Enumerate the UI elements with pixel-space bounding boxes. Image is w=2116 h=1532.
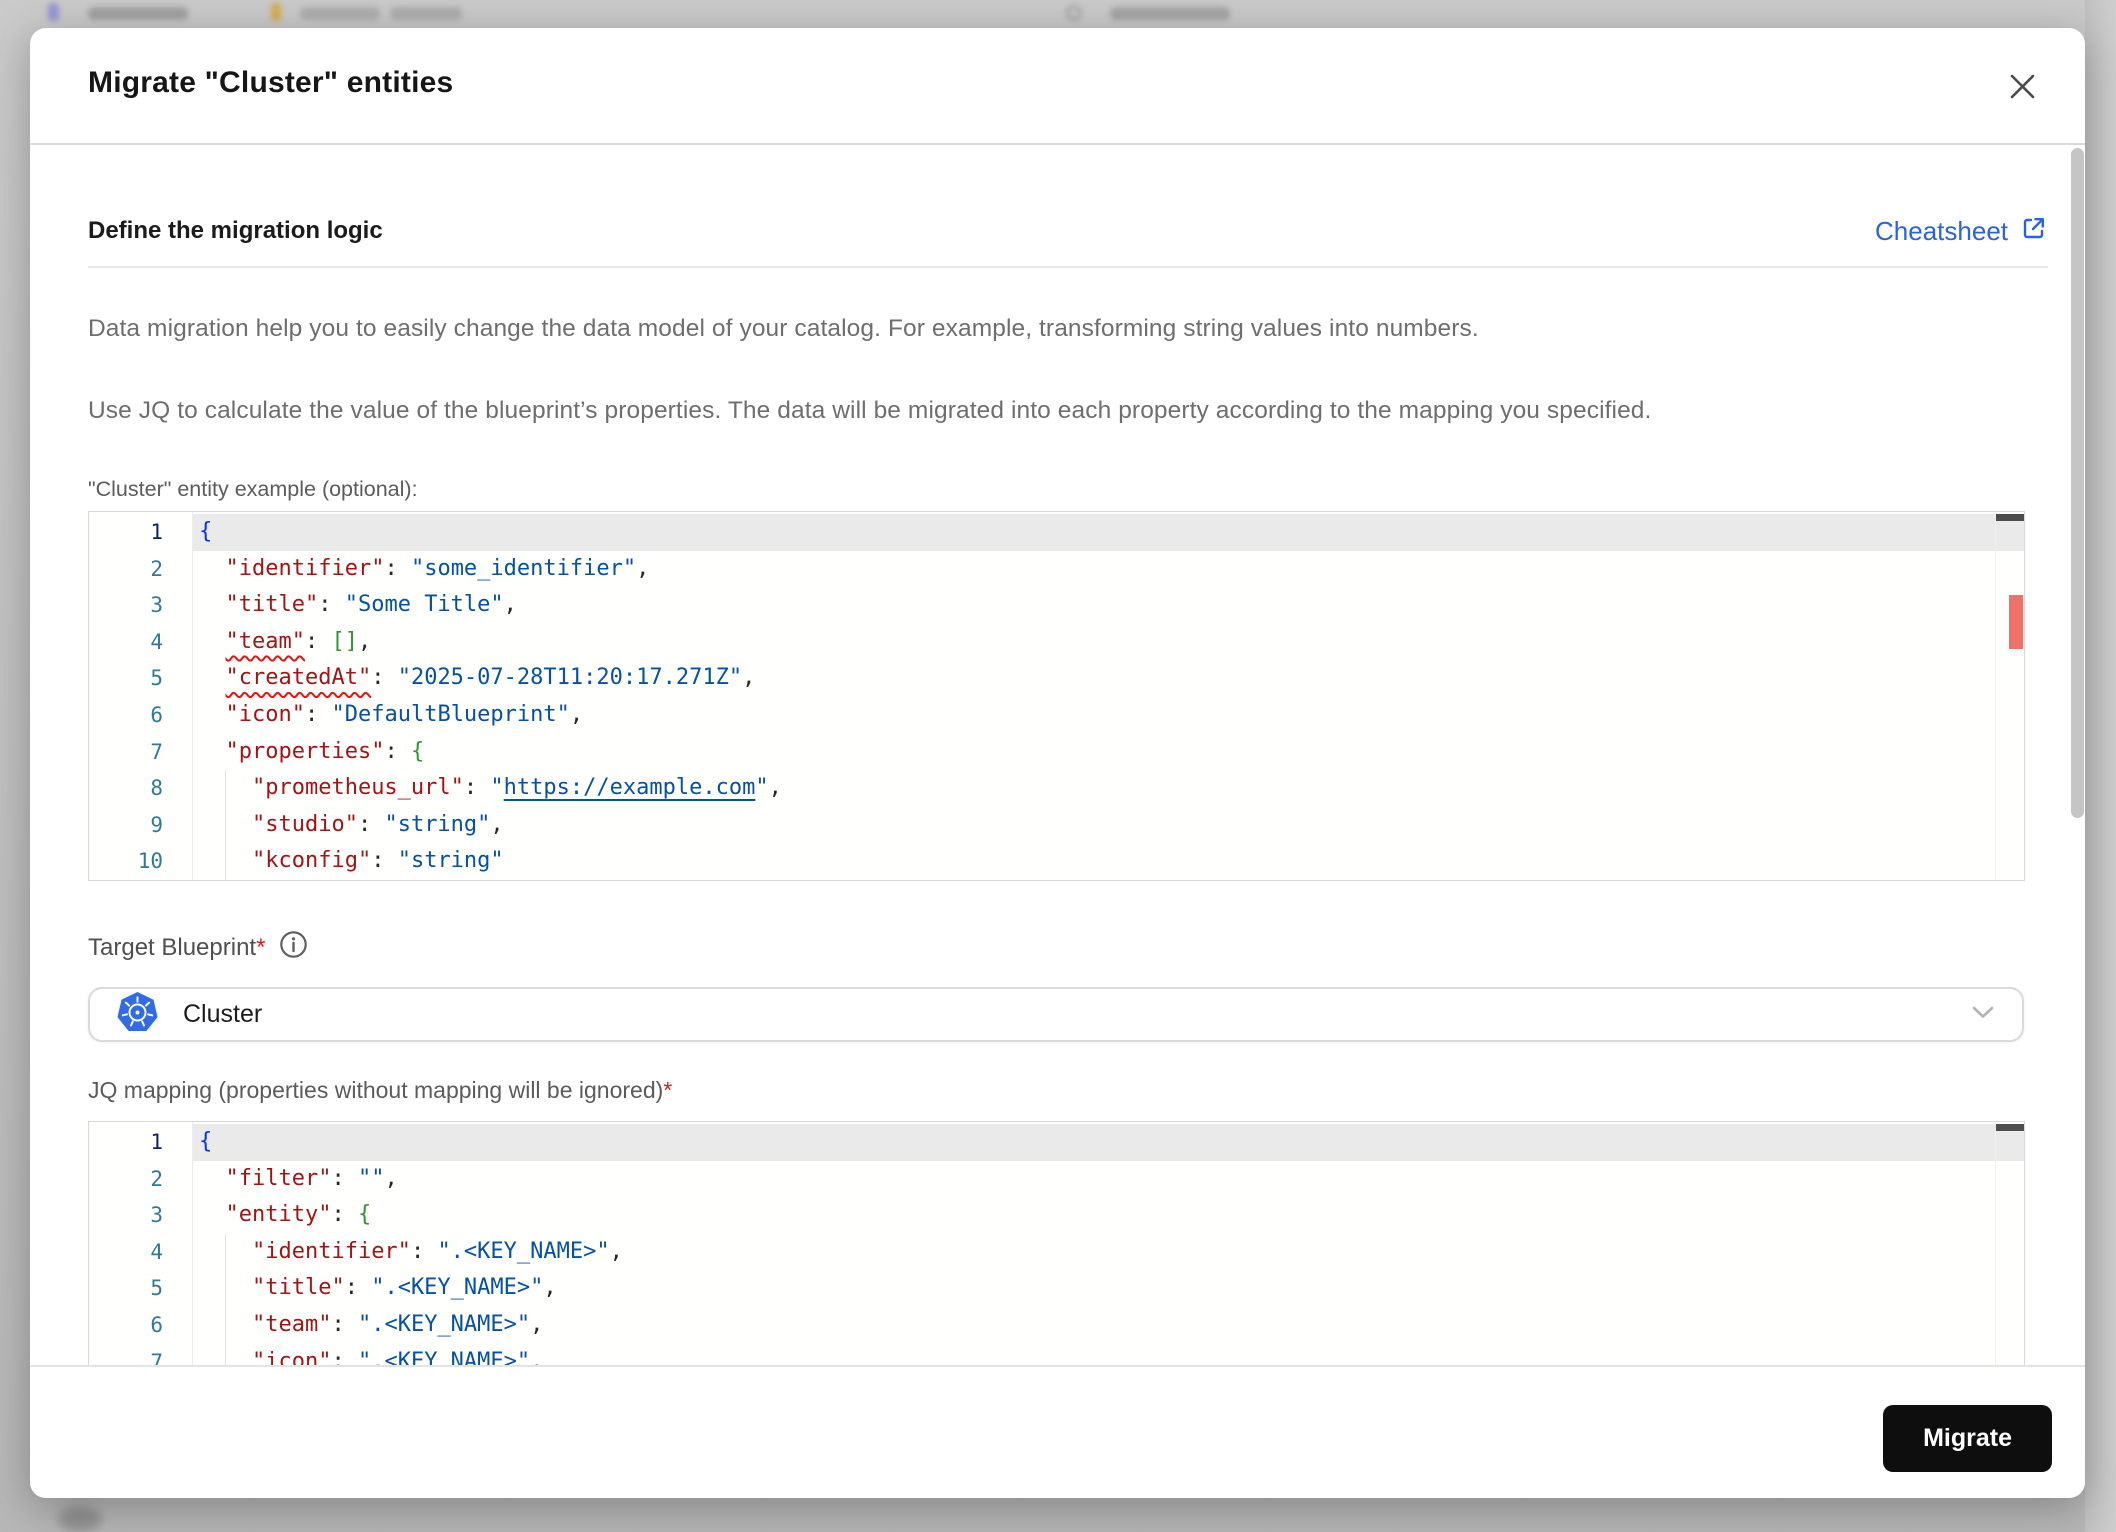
code-text: "createdAt": "2025-07-28T11:20:17.271Z",	[225, 665, 756, 691]
code-line[interactable]: 6 "team": ".<KEY_NAME>",	[89, 1307, 2024, 1344]
code-line[interactable]: 5 "createdAt": "2025-07-28T11:20:17.271Z…	[89, 660, 2024, 697]
background-tab-text	[88, 7, 188, 20]
description-paragraph-1: Data migration help you to easily change…	[88, 315, 1479, 342]
code-line[interactable]: 9 "studio": "string",	[89, 807, 2024, 844]
background-search-text	[1110, 7, 1230, 20]
code-line[interactable]: 3 "entity": {	[89, 1197, 2024, 1234]
editor-scrollbar-thumb[interactable]	[1996, 1124, 2024, 1131]
code-line[interactable]: 4 "team": [],	[89, 624, 2024, 661]
migrate-button[interactable]: Migrate	[1883, 1405, 2052, 1472]
background-search-icon	[1066, 5, 1082, 21]
code-text: "studio": "string",	[251, 811, 504, 837]
line-number: 8	[150, 776, 163, 801]
editor-scrollbar-thumb[interactable]	[1996, 514, 2024, 521]
description-paragraph-2: Use JQ to calculate the value of the blu…	[88, 397, 1652, 424]
entity-example-code-editor[interactable]: 1{2 "identifier": "some_identifier", 3 "t…	[88, 511, 2025, 881]
code-lines: 1{2 "identifier": "some_identifier", 3 "t…	[89, 512, 2024, 880]
line-number: 1	[150, 1130, 163, 1154]
kubernetes-icon	[116, 991, 159, 1039]
code-line[interactable]: 2 "filter": "",	[89, 1161, 2024, 1198]
background-tab-text-3	[390, 7, 462, 20]
line-number: 4	[150, 1239, 163, 1264]
section-header-row: Define the migration logic Cheatsheet	[88, 211, 2048, 251]
code-text: "identifier": "some_identifier",	[225, 555, 650, 581]
chevron-down-icon	[1972, 1006, 1994, 1024]
code-line[interactable]: 8 "prometheus_url": "https://example.com…	[89, 770, 2024, 807]
line-number: 6	[150, 1312, 163, 1337]
line-number: 1	[150, 520, 163, 544]
dialog-body: Define the migration logic Cheatsheet Da…	[30, 145, 2085, 1365]
code-line[interactable]: 7 "properties": {	[89, 734, 2024, 771]
code-text: "prometheus_url": "https://example.com",	[251, 775, 782, 801]
line-number: 9	[150, 812, 163, 837]
info-icon[interactable]	[279, 930, 308, 966]
target-blueprint-value: Cluster	[183, 1000, 263, 1028]
code-line[interactable]: 10 "kconfig": "string"	[89, 843, 2024, 880]
target-blueprint-label: Target Blueprint*	[88, 934, 266, 961]
dialog-title: Migrate "Cluster" entities	[88, 66, 454, 99]
error-marker	[2009, 595, 2023, 649]
dialog-header: Migrate "Cluster" entities	[30, 28, 2085, 145]
code-text: "kconfig": "string"	[251, 848, 504, 874]
code-text: "team": [],	[225, 628, 372, 654]
line-number: 4	[150, 629, 163, 654]
editor-overview-ruler	[1995, 512, 2024, 880]
background-tab-icon-2	[271, 3, 281, 21]
close-icon	[2009, 73, 2036, 105]
close-button[interactable]	[2005, 72, 2039, 106]
line-number: 10	[137, 849, 163, 874]
code-text: "icon": "DefaultBlueprint",	[225, 701, 584, 727]
dialog-footer: Migrate	[30, 1365, 2085, 1498]
code-line[interactable]: 1{	[89, 514, 2024, 551]
code-line[interactable]: 6 "icon": "DefaultBlueprint",	[89, 697, 2024, 734]
line-number: 7	[150, 1349, 163, 1365]
line-number: 2	[150, 556, 163, 581]
migrate-entities-dialog: Migrate "Cluster" entities Define the mi…	[30, 28, 2085, 1498]
dialog-scrollbar-thumb[interactable]	[2071, 148, 2084, 818]
code-text: "entity": {	[225, 1202, 372, 1228]
code-text: "properties": {	[225, 738, 425, 764]
required-asterisk: *	[256, 934, 266, 961]
code-line[interactable]: 7 "icon": ".<KEY_NAME>",	[89, 1344, 2024, 1365]
cheatsheet-link-label: Cheatsheet	[1875, 215, 2008, 246]
code-text: "title": "Some Title",	[225, 592, 517, 618]
code-text: "title": ".<KEY_NAME>",	[251, 1275, 557, 1301]
entity-example-label: "Cluster" entity example (optional):	[88, 477, 418, 501]
cheatsheet-link[interactable]: Cheatsheet	[1875, 214, 2048, 249]
external-link-icon	[2020, 214, 2048, 249]
line-number: 5	[150, 1276, 163, 1301]
code-text: "icon": ".<KEY_NAME>",	[251, 1348, 544, 1365]
target-blueprint-select[interactable]: Cluster	[88, 987, 2024, 1042]
jq-mapping-label: JQ mapping (properties without mapping w…	[88, 1077, 673, 1103]
code-line[interactable]: 3 "title": "Some Title",	[89, 587, 2024, 624]
code-lines: 1{2 "filter": "", 3 "entity": {4 "identif…	[89, 1122, 2024, 1365]
indent-guide	[225, 1234, 226, 1365]
code-text: {	[199, 519, 213, 544]
line-number: 2	[150, 1166, 163, 1191]
code-line[interactable]: 5 "title": ".<KEY_NAME>",	[89, 1270, 2024, 1307]
section-heading: Define the migration logic	[88, 217, 383, 244]
background-bottom-blob	[58, 1506, 102, 1532]
indent-guide	[225, 770, 226, 880]
page-right-edge	[2085, 0, 2116, 1532]
background-tab-icon	[48, 3, 59, 21]
code-line[interactable]: 4 "identifier": ".<KEY_NAME>",	[89, 1234, 2024, 1271]
code-text: "identifier": ".<KEY_NAME>",	[251, 1238, 623, 1264]
line-number: 7	[150, 739, 163, 764]
background-tab-text-2	[300, 7, 380, 20]
target-blueprint-label-row: Target Blueprint*	[88, 930, 2048, 966]
code-text: {	[199, 1129, 213, 1154]
line-number: 6	[150, 702, 163, 727]
line-number: 3	[150, 593, 163, 618]
code-line[interactable]: 1{	[89, 1124, 2024, 1161]
editor-overview-ruler	[1995, 1122, 2024, 1365]
line-number: 3	[150, 1203, 163, 1228]
section-divider	[88, 266, 2048, 268]
line-number: 5	[150, 666, 163, 691]
code-text: "team": ".<KEY_NAME>",	[251, 1311, 544, 1337]
code-line[interactable]: 2 "identifier": "some_identifier",	[89, 551, 2024, 588]
code-text: "filter": "",	[225, 1165, 398, 1191]
required-asterisk: *	[663, 1077, 673, 1103]
jq-mapping-code-editor[interactable]: 1{2 "filter": "", 3 "entity": {4 "identif…	[88, 1121, 2025, 1365]
